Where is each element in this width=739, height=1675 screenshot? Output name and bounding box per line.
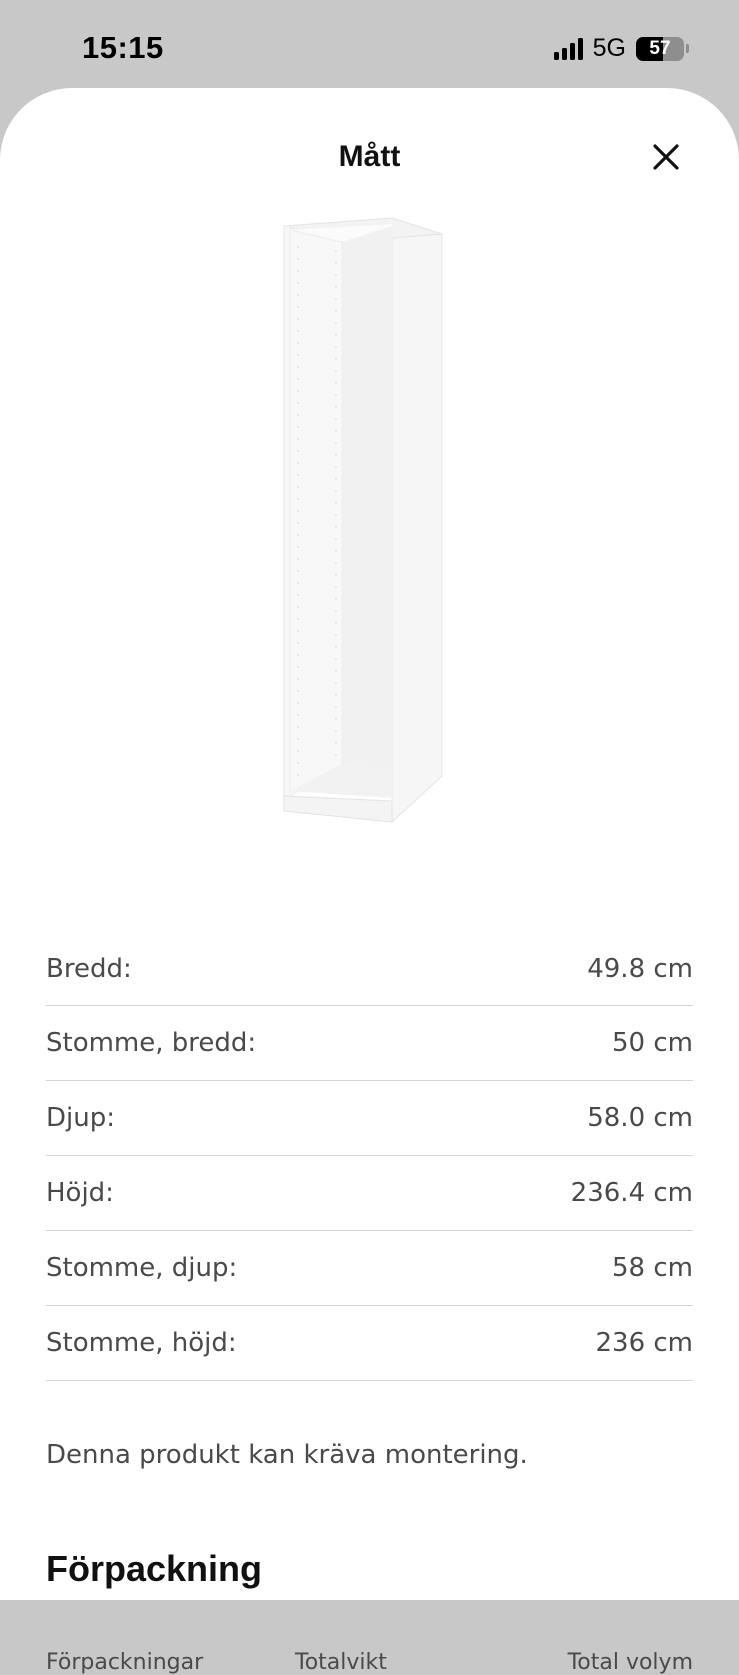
packaging-heading: Förpackning (46, 1548, 263, 1589)
dimension-row: Djup: 58.0 cm (46, 1081, 693, 1156)
dimension-value: 236.4 cm (570, 1178, 693, 1208)
assembly-note: Denna produkt kan kräva montering. (46, 1440, 528, 1470)
dimension-row: Stomme, höjd: 236 cm (46, 1306, 693, 1381)
dimension-value: 49.8 cm (587, 954, 693, 984)
signal-icon (553, 37, 583, 60)
dimension-label: Djup: (46, 1103, 115, 1133)
battery-icon: 57 (636, 36, 684, 61)
network-type: 5G (592, 34, 626, 62)
product-image (283, 217, 443, 824)
column-header-total-weight: Totalvikt (295, 1650, 387, 1675)
column-header-packages: Förpackningar (46, 1650, 204, 1675)
dimension-value: 50 cm (612, 1028, 693, 1058)
close-icon (653, 144, 679, 170)
dimension-value: 58 cm (612, 1253, 693, 1283)
status-bar: 15:15 5G 57 (0, 0, 739, 90)
dimension-label: Stomme, bredd: (46, 1028, 257, 1058)
dimension-label: Höjd: (46, 1178, 114, 1208)
dimension-row: Bredd: 49.8 cm (46, 942, 693, 1006)
status-indicators: 5G 57 (553, 34, 689, 63)
status-time: 15:15 (82, 30, 164, 65)
sheet-title: Mått (338, 140, 401, 173)
dimension-label: Stomme, höjd: (46, 1328, 237, 1358)
column-header-total-volume: Total volym (567, 1650, 693, 1675)
battery-percent: 57 (649, 37, 671, 59)
dimensions-sheet: Mått Bredd: 49.8 cm Stomme, bredd: 50 cm Dju… (0, 88, 739, 1675)
dimension-label: Stomme, djup: (46, 1253, 238, 1283)
dimension-label: Bredd: (46, 954, 132, 984)
dimension-row: Stomme, djup: 58 cm (46, 1231, 693, 1306)
dimension-row: Stomme, bredd: 50 cm (46, 1006, 693, 1081)
dimension-value: 58.0 cm (587, 1103, 693, 1133)
dimension-value: 236 cm (595, 1328, 693, 1358)
dimensions-list: Bredd: 49.8 cm Stomme, bredd: 50 cm Djup: 58.… (46, 942, 693, 1381)
dimension-row: Höjd: 236.4 cm (46, 1156, 693, 1231)
battery-cap (686, 44, 689, 53)
close-button[interactable] (651, 142, 681, 172)
